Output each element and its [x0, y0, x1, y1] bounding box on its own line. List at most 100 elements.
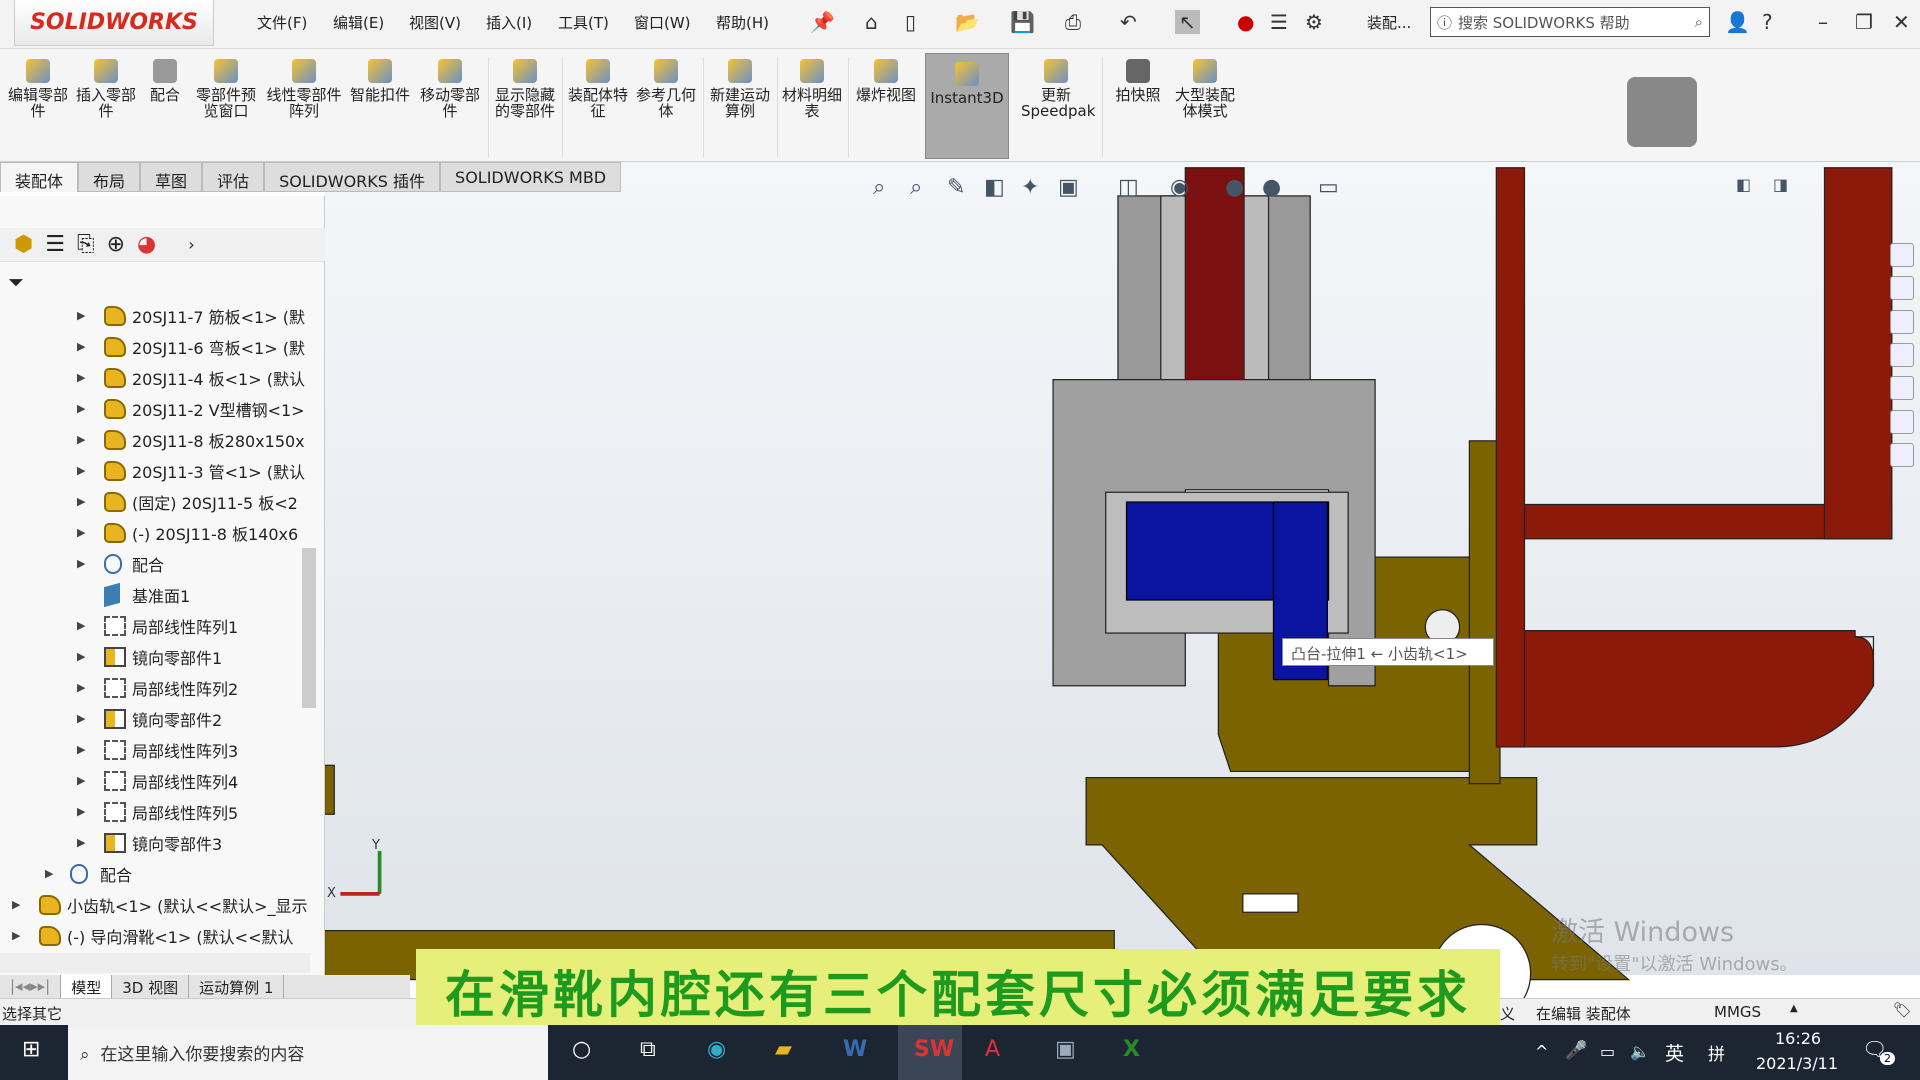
- tab-3d-views[interactable]: 3D 视图: [112, 975, 190, 998]
- view-settings-icon[interactable]: ▭: [1318, 175, 1339, 200]
- display-style-icon[interactable]: ◫: [1118, 175, 1139, 200]
- tree-horizontal-scrollbar[interactable]: [0, 953, 310, 973]
- tab-nav-arrows[interactable]: |◂◂▸▸|: [0, 975, 62, 998]
- bom-button[interactable]: 材料明细表: [782, 59, 842, 119]
- word-icon[interactable]: W: [843, 1037, 867, 1062]
- tree-item[interactable]: ▶ 局部线性阵列2: [0, 672, 310, 703]
- component-preview-button[interactable]: 零部件预览窗口: [193, 59, 259, 119]
- instant3d-button[interactable]: Instant3D: [925, 53, 1009, 159]
- reference-geometry-button[interactable]: 参考几何体: [636, 59, 696, 119]
- tree-item[interactable]: ▶ (固定) 20SJ11-5 板<2: [0, 486, 310, 517]
- expand-arrow-icon[interactable]: ▶: [12, 898, 20, 911]
- tree-item[interactable]: ▶ 20SJ11-7 筋板<1> (默: [0, 300, 310, 331]
- view-orientation-icon[interactable]: ▣: [1058, 175, 1079, 200]
- units-arrow-icon[interactable]: ▲: [1790, 1003, 1798, 1014]
- new-motion-study-button[interactable]: 新建运动算例: [708, 59, 772, 119]
- tree-item[interactable]: ▶ 20SJ11-8 板280x150x: [0, 424, 310, 455]
- excel-icon[interactable]: X: [1123, 1037, 1140, 1062]
- menu-edit[interactable]: 编辑(E): [333, 12, 384, 33]
- expand-arrow-icon[interactable]: ▶: [77, 681, 85, 694]
- property-manager-tab-icon[interactable]: ☰: [45, 232, 65, 257]
- tree-scrollbar[interactable]: [302, 548, 316, 708]
- new-file-icon[interactable]: ▯: [905, 10, 916, 34]
- ime-mode[interactable]: 拼: [1708, 1040, 1725, 1065]
- edit-component-button[interactable]: 编辑零部件: [8, 59, 68, 119]
- dynamic-annotation-icon[interactable]: ✦: [1021, 175, 1039, 200]
- take-snapshot-button[interactable]: 拍快照: [1108, 59, 1168, 103]
- minimize-button[interactable]: –: [1818, 10, 1828, 34]
- design-library-icon[interactable]: [1890, 276, 1914, 300]
- menu-view[interactable]: 视图(V): [409, 12, 461, 33]
- expand-arrow-icon[interactable]: ▶: [77, 526, 85, 539]
- menu-tools[interactable]: 工具(T): [558, 12, 609, 33]
- close-button[interactable]: ✕: [1893, 10, 1910, 34]
- linear-pattern-button[interactable]: 线性零部件阵列: [266, 59, 342, 119]
- expand-arrow-icon[interactable]: ▶: [77, 464, 85, 477]
- expand-arrow-icon[interactable]: ▶: [77, 557, 85, 570]
- menu-help[interactable]: 帮助(H): [716, 12, 769, 33]
- options-icon[interactable]: ⚙: [1305, 10, 1323, 34]
- tree-item[interactable]: ▶ 20SJ11-3 管<1> (默认: [0, 455, 310, 486]
- taskbar-search-input[interactable]: ⌕ 在这里输入你要搜索的内容: [68, 1025, 548, 1080]
- user-icon[interactable]: 👤: [1725, 10, 1750, 34]
- expand-arrow-icon[interactable]: ▶: [12, 929, 20, 942]
- tab-assembly[interactable]: 装配体: [0, 162, 79, 192]
- expand-arrow-icon[interactable]: ▶: [77, 371, 85, 384]
- large-assembly-mode-button[interactable]: 大型装配体模式: [1175, 59, 1235, 119]
- print-icon[interactable]: ⎙: [1065, 10, 1081, 34]
- exploded-view-button[interactable]: 爆炸视图: [853, 59, 919, 103]
- appearances-icon[interactable]: [1890, 376, 1914, 400]
- restore-button[interactable]: ❐: [1855, 10, 1873, 34]
- solidworks-logo[interactable]: SOLIDWORKS: [14, 0, 214, 46]
- tree-item[interactable]: ▶ 20SJ11-2 V型槽钢<1>: [0, 393, 310, 424]
- expand-arrow-icon[interactable]: ▶: [77, 836, 85, 849]
- clock-time[interactable]: 16:26: [1775, 1029, 1821, 1048]
- tree-item[interactable]: ▶ 20SJ11-6 弯板<1> (默: [0, 331, 310, 362]
- custom-properties-icon[interactable]: [1890, 410, 1914, 434]
- tag-icon[interactable]: 🏷: [1893, 1001, 1912, 1019]
- tab-model[interactable]: 模型: [61, 975, 113, 998]
- tree-item[interactable]: ▶ 镜向零部件2: [0, 703, 310, 734]
- home-icon[interactable]: [1890, 243, 1914, 267]
- tree-item[interactable]: ▶ 镜向零部件1: [0, 641, 310, 672]
- clock-date[interactable]: 2021/3/11: [1756, 1054, 1838, 1073]
- app-icon[interactable]: ▣: [1055, 1037, 1076, 1062]
- expand-arrow-icon[interactable]: ▶: [77, 712, 85, 725]
- file-explorer-icon[interactable]: [1890, 310, 1914, 334]
- menu-insert[interactable]: 插入(I): [486, 12, 532, 33]
- tray-expand-icon[interactable]: ^: [1535, 1042, 1548, 1061]
- tab-mbd[interactable]: SOLIDWORKS MBD: [440, 162, 622, 192]
- update-speedpak-button[interactable]: 更新Speedpak: [1018, 59, 1095, 119]
- expand-arrow-icon[interactable]: ▶: [77, 650, 85, 663]
- zoom-area-icon[interactable]: ⌕: [910, 175, 922, 200]
- zoom-to-fit-icon[interactable]: ⌕: [873, 175, 885, 200]
- tree-item[interactable]: ▶ 配合: [0, 858, 310, 889]
- windows-start-icon[interactable]: ⊞: [22, 1037, 40, 1062]
- pin-icon[interactable]: 📌: [810, 10, 835, 34]
- help-menu-icon[interactable]: ?: [1762, 10, 1773, 34]
- expand-arrow-icon[interactable]: ▶: [77, 433, 85, 446]
- autocad-icon[interactable]: A: [985, 1037, 1000, 1062]
- tree-item[interactable]: ▶ 配合: [0, 548, 310, 579]
- section-view-icon[interactable]: ◧: [984, 175, 1005, 200]
- expand-arrow-icon[interactable]: ▶: [77, 340, 85, 353]
- network-icon[interactable]: ▭: [1600, 1042, 1615, 1061]
- mate-button[interactable]: 配合: [145, 59, 185, 103]
- tree-item[interactable]: ▶ 局部线性阵列4: [0, 765, 310, 796]
- expand-arrow-icon[interactable]: ▶: [77, 805, 85, 818]
- help-search-input[interactable]: ⓘ 搜索 SOLIDWORKS 帮助 ⌕: [1430, 7, 1710, 37]
- microphone-icon[interactable]: 🎤: [1565, 1040, 1587, 1061]
- menu-window[interactable]: 窗口(W): [634, 12, 691, 33]
- scene-icon[interactable]: ●: [1262, 175, 1281, 200]
- home-icon[interactable]: ⌂: [865, 10, 878, 34]
- show-hidden-button[interactable]: 显示隐藏的零部件: [495, 59, 555, 119]
- undo-icon[interactable]: ↶: [1120, 10, 1137, 34]
- expand-arrow-icon[interactable]: ▶: [77, 774, 85, 787]
- smart-fasteners-button[interactable]: 智能扣件: [350, 59, 410, 103]
- tree-item[interactable]: 基准面1: [0, 579, 310, 610]
- open-icon[interactable]: 📂: [955, 10, 980, 34]
- tree-item[interactable]: ▶ 局部线性阵列3: [0, 734, 310, 765]
- expand-arrow-icon[interactable]: ▶: [77, 619, 85, 632]
- tree-item[interactable]: ▶ 局部线性阵列1: [0, 610, 310, 641]
- save-icon[interactable]: 💾: [1010, 10, 1035, 34]
